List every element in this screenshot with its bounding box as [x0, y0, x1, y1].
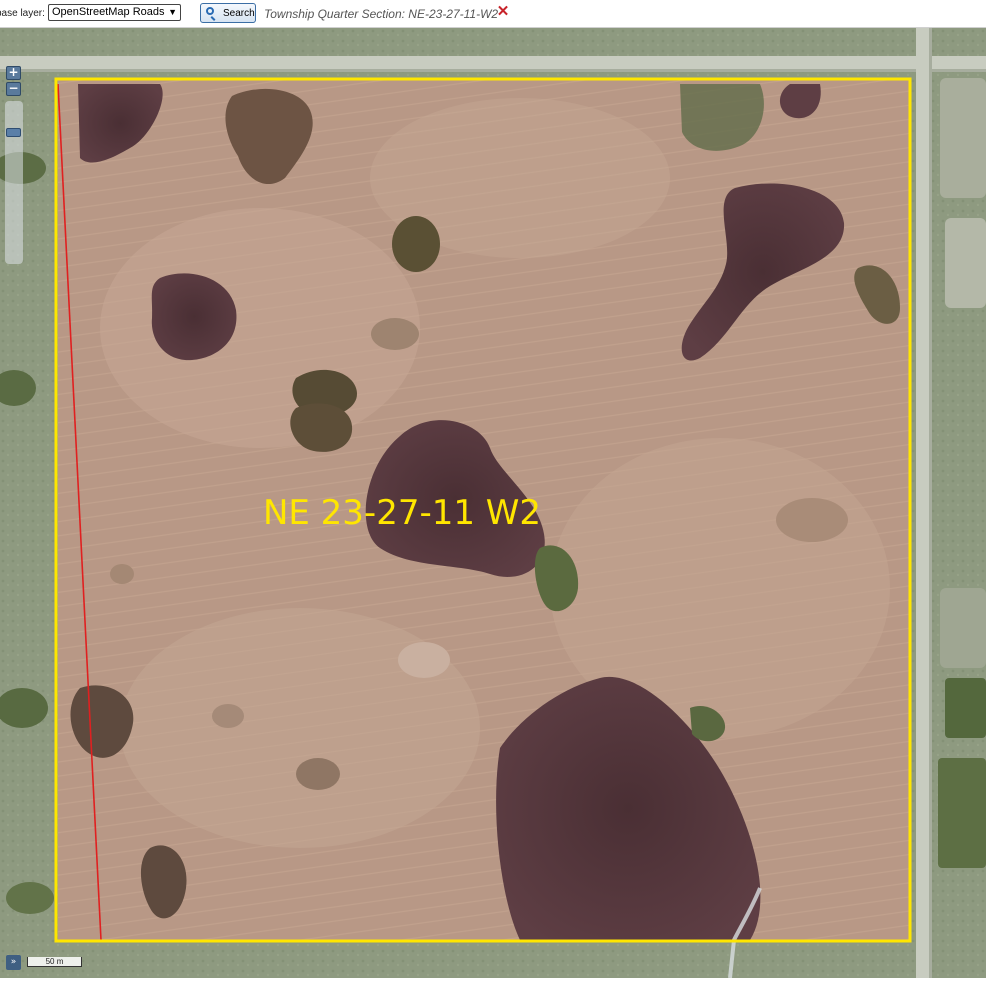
map-toolbar: base layer: OpenStreetMap Roads ▼ Search… [0, 0, 986, 28]
parcel-label: NE 23-27-11 W2 [263, 493, 541, 533]
base-layer-select[interactable]: OpenStreetMap Roads ▼ [48, 4, 181, 21]
zoom-slider-handle[interactable] [6, 128, 21, 137]
wetland-small-1 [392, 216, 440, 272]
chevron-down-icon: ▼ [168, 7, 177, 17]
base-layer-label: base layer: [0, 8, 45, 19]
zoom-in-button[interactable]: + [6, 66, 21, 80]
road-east [916, 28, 930, 978]
footer-strip [0, 978, 986, 984]
close-icon[interactable]: ✕ [495, 3, 511, 21]
aerial-imagery: NE 23-27-11 W2 [0, 28, 986, 978]
search-button[interactable]: Search [200, 3, 256, 23]
quarter-section-title: Township Quarter Section: NE-23-27-11-W2 [264, 7, 499, 21]
magnifier-icon [206, 7, 214, 15]
search-button-label: Search [223, 8, 255, 19]
zoom-slider-track[interactable] [5, 101, 23, 264]
scale-bar: 50 m [27, 957, 82, 967]
road-north [0, 56, 986, 70]
zoom-out-button[interactable]: − [6, 82, 21, 96]
layer-switcher-button[interactable]: » [6, 955, 21, 970]
aerial-map[interactable]: NE 23-27-11 W2 + − [0, 28, 986, 978]
base-layer-value: OpenStreetMap Roads [52, 6, 165, 18]
